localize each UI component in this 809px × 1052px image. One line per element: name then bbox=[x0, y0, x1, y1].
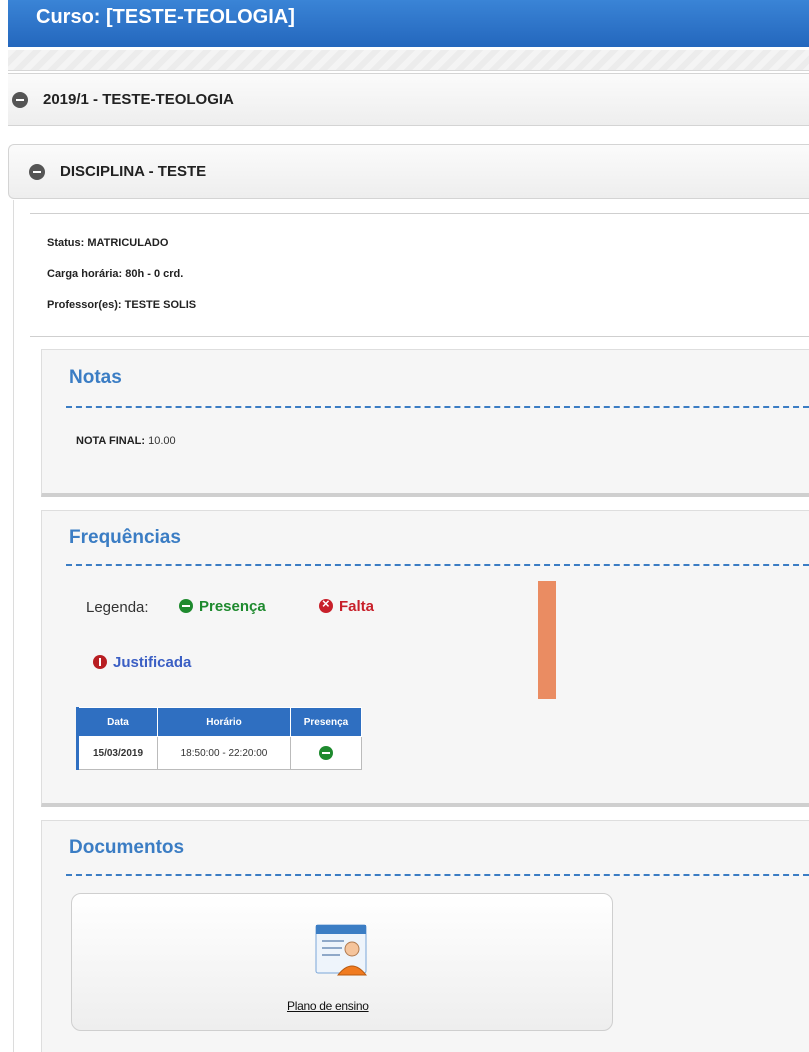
divider bbox=[30, 213, 809, 214]
presence-icon bbox=[179, 599, 193, 613]
row-date: 15/03/2019 bbox=[77, 736, 158, 770]
status-text: Status: MATRICULADO bbox=[47, 237, 169, 249]
documentos-title: Documentos bbox=[69, 837, 185, 858]
row-time: 18:50:00 - 22:20:00 bbox=[157, 736, 291, 770]
legend-presenca-label: Presença bbox=[199, 598, 266, 615]
col-header-presenca: Presença bbox=[290, 707, 362, 737]
discipline-label: DISCIPLINA - TESTE bbox=[60, 163, 207, 180]
period-accordion[interactable]: 2019/1 - TESTE-TEOLOGIA bbox=[8, 73, 809, 126]
table-row: 15/03/2019 18:50:00 - 22:20:00 bbox=[77, 736, 362, 770]
notas-title: Notas bbox=[69, 367, 122, 388]
professor-text: Professor(es): TESTE SOLIS bbox=[47, 299, 197, 311]
course-title: Curso: [TESTE-TEOLOGIA] bbox=[36, 6, 295, 28]
legend-label: Legenda: bbox=[86, 599, 149, 616]
workload-text: Carga horária: 80h - 0 crd. bbox=[47, 268, 184, 280]
justified-icon bbox=[93, 655, 107, 669]
col-header-data: Data bbox=[77, 707, 158, 737]
attendance-table: Data Horário Presença 15/03/2019 18:50:0… bbox=[76, 707, 362, 770]
frequencias-title: Frequências bbox=[69, 527, 181, 548]
divider bbox=[30, 336, 809, 337]
collapse-icon[interactable] bbox=[29, 163, 45, 180]
plano-ensino-card[interactable]: Plano de ensino bbox=[71, 893, 613, 1031]
dashed-divider bbox=[66, 874, 809, 876]
plano-ensino-link[interactable]: Plano de ensino bbox=[287, 999, 369, 1013]
nota-final: NOTA FINAL: 10.00 bbox=[76, 435, 176, 447]
period-label: 2019/1 - TESTE-TEOLOGIA bbox=[43, 91, 234, 108]
col-header-horario: Horário bbox=[157, 707, 291, 737]
legend-justificada: Justificada bbox=[93, 654, 191, 671]
nota-final-value: 10.00 bbox=[148, 435, 176, 447]
document-teacher-icon bbox=[315, 924, 368, 976]
discipline-accordion[interactable]: DISCIPLINA - TESTE bbox=[8, 144, 809, 199]
dashed-divider bbox=[66, 406, 809, 408]
legend-presenca: Presença bbox=[179, 598, 266, 615]
row-status bbox=[290, 736, 362, 770]
legend-justificada-label: Justificada bbox=[113, 654, 192, 671]
header-strip bbox=[8, 50, 809, 71]
notas-panel: Notas NOTA FINAL: 10.00 bbox=[41, 349, 809, 497]
nota-final-label: NOTA FINAL: bbox=[76, 435, 146, 447]
presence-icon bbox=[319, 745, 333, 760]
collapse-icon[interactable] bbox=[12, 91, 28, 108]
frequencias-panel: Frequências Legenda: Presença Falta Just… bbox=[41, 510, 809, 807]
absence-icon bbox=[319, 596, 333, 613]
dashed-divider bbox=[66, 564, 809, 566]
course-header: Curso: [TESTE-TEOLOGIA] bbox=[8, 0, 809, 47]
legend-falta-label: Falta bbox=[339, 598, 375, 615]
orange-bar bbox=[538, 581, 556, 699]
legend-falta: Falta bbox=[319, 596, 375, 615]
documentos-panel: Documentos Plano de ensino bbox=[41, 820, 809, 1052]
